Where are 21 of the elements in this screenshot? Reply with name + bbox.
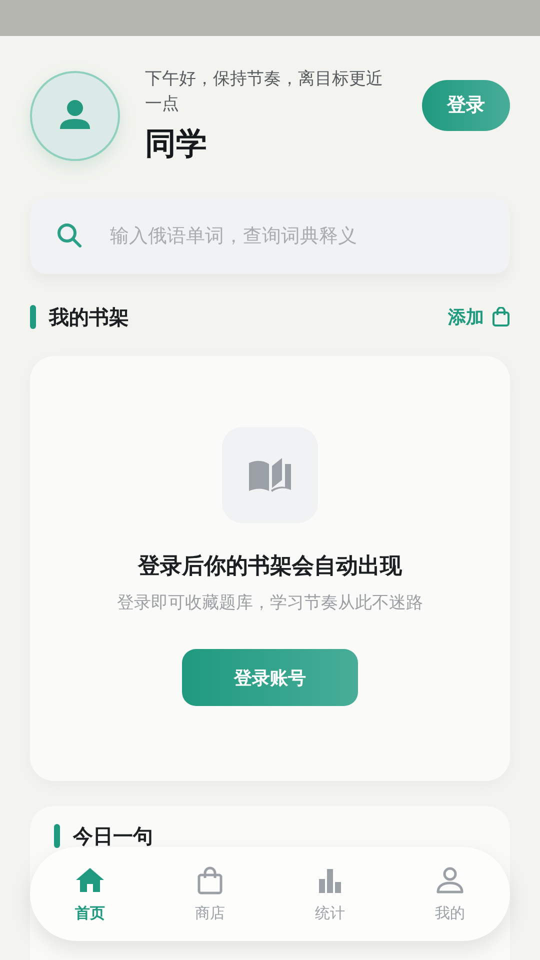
- empty-subtitle: 登录即可收藏题库，学习节奏从此不迷路: [117, 592, 423, 614]
- login-account-button[interactable]: 登录账号: [182, 649, 358, 706]
- section-title: 今日一句: [73, 824, 153, 848]
- empty-title: 登录后你的书架会自动出现: [138, 553, 402, 581]
- section-title: 我的书架: [49, 304, 129, 330]
- search-field[interactable]: 输入俄语单词，查询词典释义: [30, 198, 510, 274]
- greeting-text: 下午好，保持节奏，离目标更近一点: [145, 68, 384, 116]
- book-icon: [222, 427, 318, 523]
- nav-tab[interactable]: 商店: [170, 866, 250, 922]
- accent-bar: [54, 824, 60, 848]
- user-icon: [435, 866, 465, 896]
- accent-bar: [30, 305, 36, 329]
- search-icon: [56, 222, 84, 250]
- user-name: 同学: [145, 125, 208, 164]
- login-button[interactable]: 登录: [422, 80, 510, 130]
- bag-icon: [195, 866, 225, 896]
- add-link[interactable]: 添加: [448, 305, 510, 329]
- nav-tab[interactable]: 我的: [410, 866, 490, 922]
- bag-icon: [492, 307, 510, 327]
- nav-tab[interactable]: 首页: [50, 866, 130, 922]
- nav-tab[interactable]: 统计: [290, 866, 370, 922]
